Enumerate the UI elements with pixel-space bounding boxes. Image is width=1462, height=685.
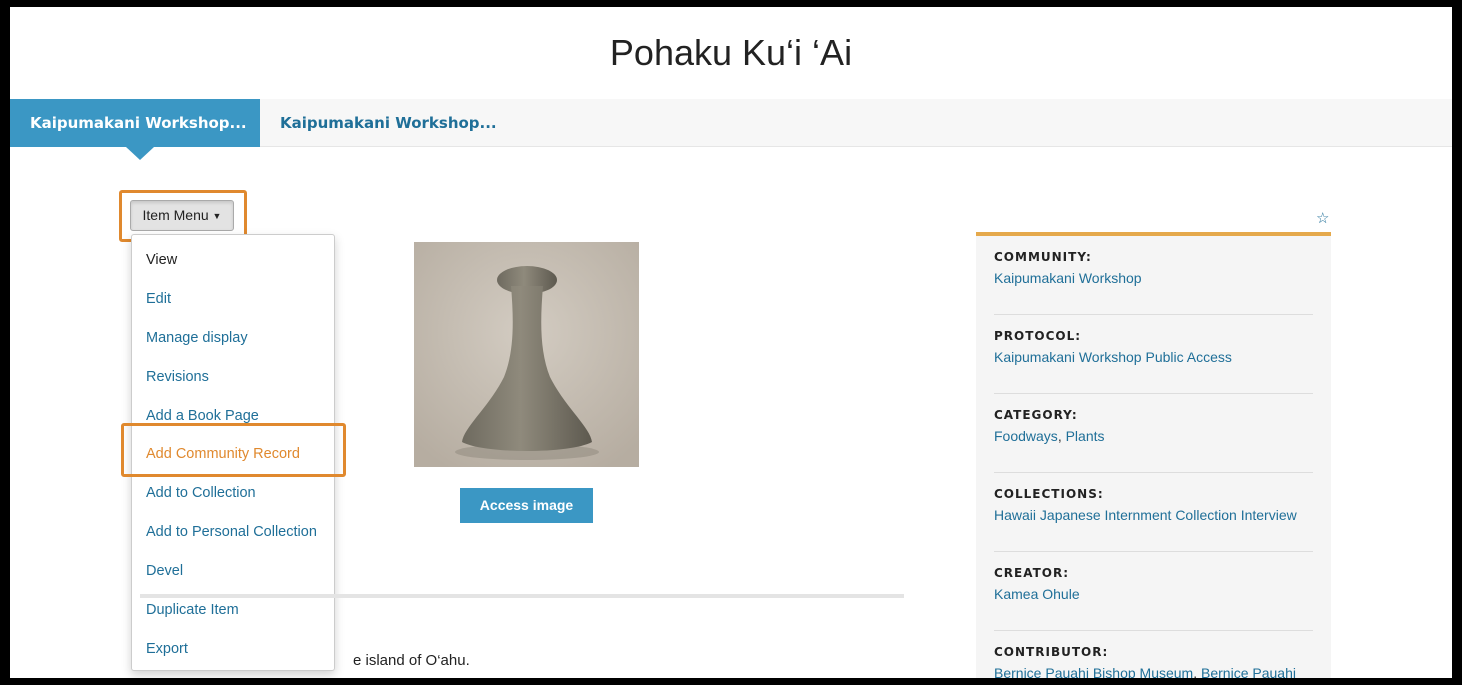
tab-community-active[interactable]: Kaipumakani Workshop... xyxy=(10,99,260,147)
menu-item-add-to-collection[interactable]: Add to Collection xyxy=(132,474,334,513)
creator-label: CREATOR: xyxy=(994,566,1070,580)
community-section: COMMUNITY: Kaipumakani Workshop xyxy=(994,236,1313,315)
creator-link[interactable]: Kamea Ohule xyxy=(994,586,1313,602)
item-menu-label: Item Menu xyxy=(142,207,209,223)
menu-item-export[interactable]: Export xyxy=(132,630,334,669)
page-title: Pohaku Ku‘i ‘Ai xyxy=(609,32,853,73)
protocol-label: PROTOCOL: xyxy=(994,329,1082,343)
contributor-link-1[interactable]: Bernice Pauahi Bishop Museum xyxy=(994,665,1193,678)
collections-section: COLLECTIONS: Hawaii Japanese Internment … xyxy=(994,473,1313,552)
access-image-button[interactable]: Access image xyxy=(460,488,593,523)
category-separator: , xyxy=(1057,428,1066,444)
contributor-link-2[interactable]: Bernice Pauahi xyxy=(1201,665,1296,678)
community-link[interactable]: Kaipumakani Workshop xyxy=(994,270,1313,286)
tab-bar: Kaipumakani Workshop... Kaipumakani Work… xyxy=(10,99,1452,147)
contributor-label: CONTRIBUTOR: xyxy=(994,645,1109,659)
community-label: COMMUNITY: xyxy=(994,250,1092,264)
contributor-separator: , xyxy=(1193,665,1202,678)
protocol-section: PROTOCOL: Kaipumakani Workshop Public Ac… xyxy=(994,315,1313,394)
category-values: Foodways, Plants xyxy=(994,428,1313,444)
protocol-link[interactable]: Kaipumakani Workshop Public Access xyxy=(994,349,1313,365)
menu-item-view[interactable]: View xyxy=(132,241,334,280)
item-menu-button[interactable]: Item Menu ▼ xyxy=(130,200,234,231)
contributor-section: CONTRIBUTOR: Bernice Pauahi Bishop Museu… xyxy=(994,631,1313,678)
add-community-record-highlight-box xyxy=(121,423,346,477)
star-outline-icon[interactable]: ☆ xyxy=(1316,209,1329,227)
collections-link[interactable]: Hawaii Japanese Internment Collection In… xyxy=(994,507,1313,523)
content-divider xyxy=(140,594,904,598)
category-link-foodways[interactable]: Foodways xyxy=(994,428,1058,444)
artifact-image[interactable] xyxy=(414,242,639,467)
category-link-plants[interactable]: Plants xyxy=(1066,428,1105,444)
category-label: CATEGORY: xyxy=(994,408,1078,422)
menu-item-edit[interactable]: Edit xyxy=(132,280,334,319)
menu-item-devel[interactable]: Devel xyxy=(132,552,334,591)
active-tab-indicator xyxy=(126,147,154,160)
creator-section: CREATOR: Kamea Ohule xyxy=(994,552,1313,631)
tab-community[interactable]: Kaipumakani Workshop... xyxy=(260,99,517,147)
category-section: CATEGORY: Foodways, Plants xyxy=(994,394,1313,473)
description-text: e island of O‘ahu. xyxy=(353,652,470,669)
collections-label: COLLECTIONS: xyxy=(994,487,1104,501)
page-frame: Pohaku Ku‘i ‘Ai Kaipumakani Workshop... … xyxy=(10,7,1452,678)
menu-item-manage-display[interactable]: Manage display xyxy=(132,319,334,358)
menu-item-revisions[interactable]: Revisions xyxy=(132,358,334,397)
contributor-values: Bernice Pauahi Bishop Museum, Bernice Pa… xyxy=(994,665,1313,678)
caret-down-icon: ▼ xyxy=(212,210,222,221)
menu-item-add-to-personal-collection[interactable]: Add to Personal Collection xyxy=(132,513,334,552)
metadata-sidebar: COMMUNITY: Kaipumakani Workshop PROTOCOL… xyxy=(976,232,1331,678)
